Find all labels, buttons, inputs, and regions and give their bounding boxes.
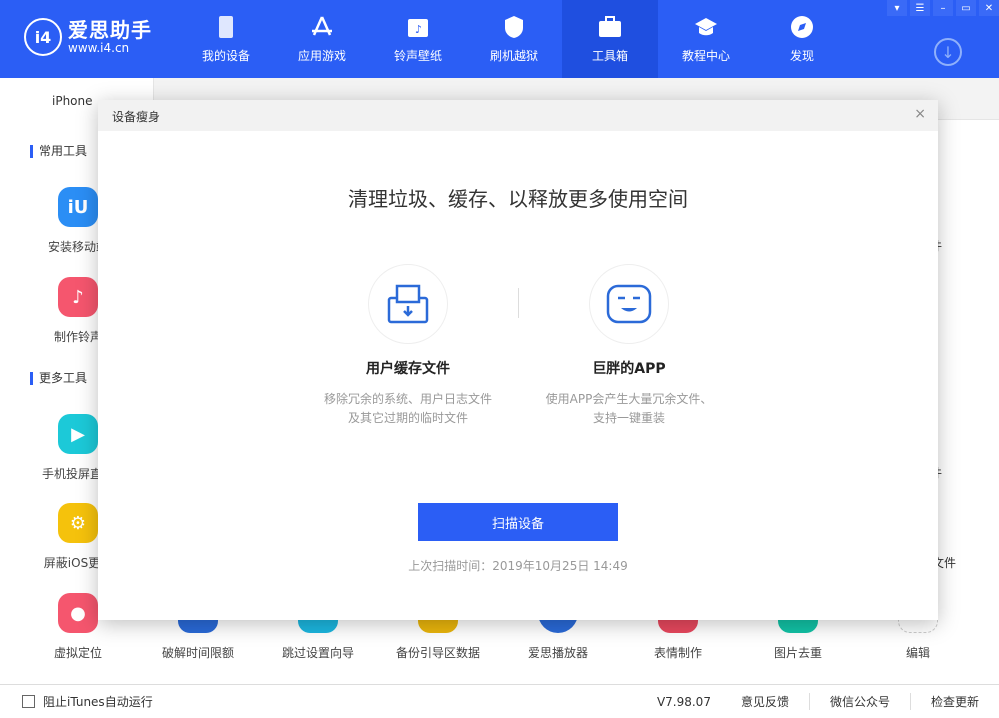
skin-icon[interactable]: ▾: [887, 0, 907, 16]
section-common: 常用工具: [30, 145, 87, 158]
nav-toolbox[interactable]: 工具箱: [562, 0, 658, 78]
tool-label: 表情制作: [654, 646, 702, 660]
nav-label: 我的设备: [202, 47, 250, 64]
nav-label: 刷机越狱: [490, 47, 538, 64]
shield-icon: [502, 15, 526, 39]
tool-label: 编辑: [906, 646, 930, 660]
nav-discover[interactable]: 发现: [754, 0, 850, 78]
main-nav: 我的设备 应用游戏 ♪ 铃声壁纸 刷机越狱 工具箱 教程中心 发现: [178, 0, 850, 78]
feature-desc: 移除冗余的系统、用户日志文件及其它过期的临时文件: [308, 390, 508, 428]
nav-label: 应用游戏: [298, 47, 346, 64]
header: i4 爱思助手www.i4.cn 我的设备 应用游戏 ♪ 铃声壁纸 刷机越狱 工具…: [0, 0, 999, 78]
i4-icon: iU: [58, 187, 98, 227]
tool-label: 跳过设置向导: [282, 646, 354, 660]
device-slim-dialog: 设备瘦身 × 清理垃圾、缓存、以释放更多使用空间 用户缓存文件 移除冗余的系统、用…: [98, 100, 938, 620]
feature-desc: 使用APP会产生大量冗余文件、支持一键重装: [529, 390, 729, 428]
location-pin-icon: ●: [58, 593, 98, 633]
svg-text:♪: ♪: [415, 23, 422, 36]
check-update-link[interactable]: 检查更新: [910, 693, 999, 710]
compass-icon: [790, 15, 814, 39]
block-itunes-label[interactable]: 阻止iTunes自动运行: [43, 693, 153, 710]
nav-label: 教程中心: [682, 47, 730, 64]
dialog-close-icon[interactable]: ×: [914, 106, 926, 122]
divider: [518, 288, 519, 318]
feature-user-cache: 用户缓存文件 移除冗余的系统、用户日志文件及其它过期的临时文件: [308, 264, 508, 428]
inbox-download-icon: [368, 264, 448, 344]
tool-label: 制作铃声: [54, 330, 102, 344]
phone-icon: [214, 15, 238, 39]
feedback-link[interactable]: 意见反馈: [721, 693, 809, 710]
logo: i4 爱思助手www.i4.cn: [24, 18, 152, 56]
logo-icon: i4: [24, 18, 62, 56]
feature-fat-app: 巨胖的APP 使用APP会产生大量冗余文件、支持一键重装: [529, 264, 729, 428]
feature-title: 巨胖的APP: [529, 358, 729, 378]
minimize-icon[interactable]: –: [933, 0, 953, 16]
graduation-cap-icon: [694, 15, 718, 39]
app-url: www.i4.cn: [68, 41, 152, 55]
download-icon[interactable]: ↓: [934, 38, 962, 66]
last-scan-time: 上次扫描时间：2019年10月25日 14:49: [98, 557, 938, 574]
nav-apps[interactable]: 应用游戏: [274, 0, 370, 78]
maximize-icon[interactable]: ▭: [956, 0, 976, 16]
nav-my-device[interactable]: 我的设备: [178, 0, 274, 78]
tool-label: 图片去重: [774, 646, 822, 660]
app-name: 爱思助手: [68, 19, 152, 41]
nav-ringtones[interactable]: ♪ 铃声壁纸: [370, 0, 466, 78]
feature-title: 用户缓存文件: [308, 358, 508, 378]
tool-label: 备份引导区数据: [396, 646, 480, 660]
smug-face-icon: [589, 264, 669, 344]
menu-icon[interactable]: ☰: [910, 0, 930, 16]
version-label: V7.98.07: [637, 695, 721, 709]
section-more: 更多工具: [30, 372, 87, 385]
block-itunes-checkbox[interactable]: [22, 695, 35, 708]
screen-icon: ▶: [58, 414, 98, 454]
appstore-icon: [310, 15, 334, 39]
nav-label: 铃声壁纸: [394, 47, 442, 64]
scan-device-button[interactable]: 扫描设备: [418, 503, 618, 541]
dialog-title: 设备瘦身: [112, 110, 160, 124]
dialog-title-bar: 设备瘦身 ×: [98, 100, 938, 131]
dialog-headline: 清理垃圾、缓存、以释放更多使用空间: [98, 183, 938, 212]
tool-label: 爱思播放器: [528, 646, 588, 660]
toolbox-icon: [598, 15, 622, 39]
nav-flash[interactable]: 刷机越狱: [466, 0, 562, 78]
music-icon: ♪: [406, 15, 430, 39]
wechat-link[interactable]: 微信公众号: [809, 693, 910, 710]
nav-tutorials[interactable]: 教程中心: [658, 0, 754, 78]
nav-label: 工具箱: [592, 47, 628, 64]
close-icon[interactable]: ✕: [979, 0, 999, 16]
footer: 阻止iTunes自动运行 V7.98.07 意见反馈 微信公众号 检查更新: [0, 684, 999, 718]
tool-label: 虚拟定位: [54, 646, 102, 660]
nav-label: 发现: [790, 47, 814, 64]
block-gear-icon: ⚙: [58, 503, 98, 543]
music-note-icon: ♪: [58, 277, 98, 317]
tool-label: 破解时间限额: [162, 646, 234, 660]
